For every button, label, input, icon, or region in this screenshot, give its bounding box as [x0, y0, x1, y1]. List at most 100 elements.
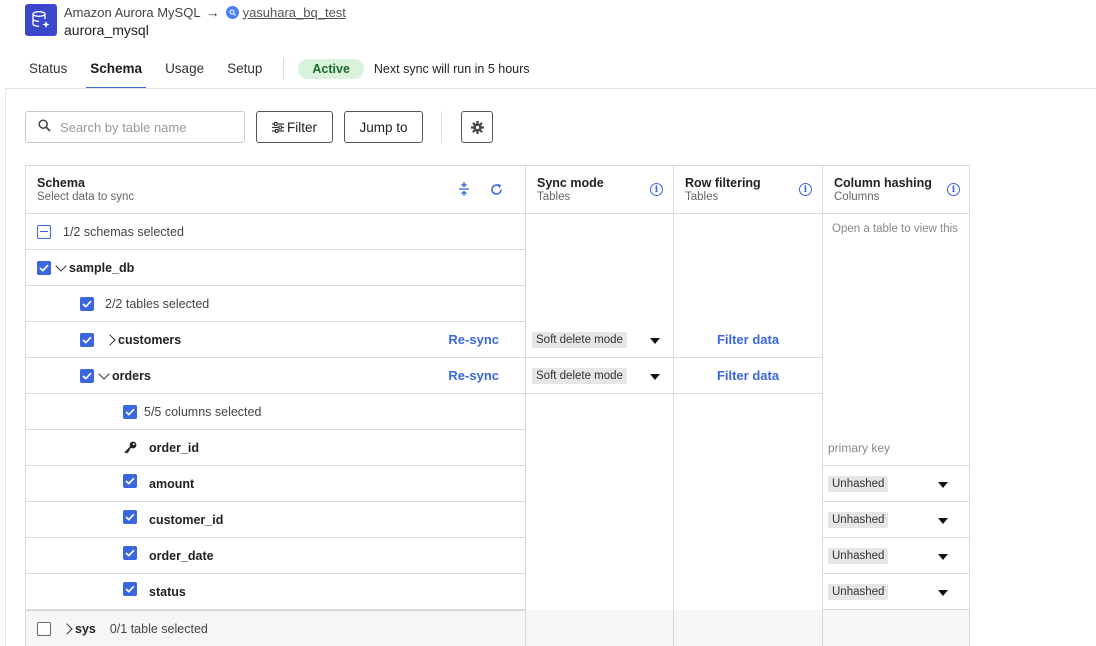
refresh-icon[interactable]: [490, 183, 503, 199]
hash-select[interactable]: Unhashed: [823, 466, 970, 502]
schema-name: sys: [75, 621, 96, 636]
hash-select[interactable]: Unhashed: [823, 502, 970, 538]
header-divider: [5, 88, 1096, 89]
hash-value: Unhashed: [828, 511, 889, 528]
row-filtering-column-header: Row filtering Tables i: [674, 166, 822, 214]
column-name: order_date: [149, 548, 214, 563]
hash-select[interactable]: Unhashed: [823, 538, 970, 574]
connector-name: aurora_mysql: [64, 22, 149, 38]
table-name: orders: [112, 368, 151, 383]
sync-mode-title: Sync mode: [537, 176, 604, 190]
chevron-right-icon[interactable]: [61, 622, 73, 635]
filter-button[interactable]: Filter: [256, 111, 333, 143]
column-row-status[interactable]: status: [26, 574, 525, 610]
jump-to-label: Jump to: [359, 119, 408, 135]
tab-status[interactable]: Status: [25, 55, 71, 89]
schemas-summary-row: 1/2 schemas selected: [26, 214, 525, 250]
source-name: Amazon Aurora MySQL: [64, 4, 201, 20]
caret-down-icon: [938, 518, 948, 524]
schema-name: sample_db: [69, 260, 135, 275]
checkbox-checked[interactable]: [123, 509, 137, 524]
connector-header: Amazon Aurora MySQL → yasuhara_bq_test a…: [25, 4, 346, 40]
checkbox-checked[interactable]: [123, 404, 137, 419]
schema-row-sample-db[interactable]: sample_db: [26, 250, 525, 286]
search-box[interactable]: [25, 111, 245, 143]
checkbox-checked[interactable]: [80, 332, 94, 347]
checkbox-checked[interactable]: [80, 368, 94, 383]
column-name: order_id: [149, 440, 200, 455]
row-filtering-subtitle: Tables: [685, 191, 719, 203]
column-hashing-subtitle: Columns: [834, 191, 880, 203]
filter-data-link[interactable]: Filter data: [674, 358, 822, 394]
sync-mode-select[interactable]: Soft delete mode: [526, 358, 673, 394]
page-left-border: [5, 88, 6, 646]
checkbox-checked[interactable]: [123, 581, 137, 596]
key-icon: [124, 441, 138, 454]
settings-button[interactable]: [461, 111, 493, 143]
sync-mode-subtitle: Tables: [537, 191, 571, 203]
column-divider: [525, 166, 526, 646]
jump-to-button[interactable]: Jump to: [344, 111, 423, 143]
caret-down-icon: [938, 590, 948, 596]
schema-row-sys[interactable]: sys 0/1 table selected: [26, 610, 525, 646]
hash-value: Unhashed: [828, 583, 889, 600]
table-row-customers[interactable]: customers Re-sync: [26, 322, 525, 358]
caret-down-icon: [938, 482, 948, 488]
info-icon[interactable]: i: [650, 183, 663, 196]
tab-divider: [283, 58, 285, 80]
collapse-all-icon[interactable]: [458, 182, 470, 199]
partial-checkbox[interactable]: [37, 224, 51, 239]
column-row-customer-id[interactable]: customer_id: [26, 502, 525, 538]
chevron-right-icon[interactable]: [104, 333, 116, 346]
sys-tables-selected-text: 0/1 table selected: [109, 621, 208, 636]
status-badge: Active: [298, 59, 364, 79]
schema-column-title: Schema: [37, 176, 85, 190]
checkbox-checked[interactable]: [123, 545, 137, 560]
column-row-amount[interactable]: amount: [26, 466, 525, 502]
tab-usage[interactable]: Usage: [161, 55, 208, 89]
filter-data-link[interactable]: Filter data: [674, 322, 822, 358]
column-name: status: [149, 584, 186, 599]
column-name: amount: [149, 476, 195, 491]
column-name: customer_id: [149, 512, 224, 527]
checkbox-unchecked[interactable]: [37, 621, 51, 636]
schema-column-subtitle: Select data to sync: [37, 191, 135, 203]
checkbox-checked[interactable]: [123, 473, 137, 488]
info-icon[interactable]: i: [947, 183, 960, 196]
search-icon: [38, 119, 51, 135]
checkbox-checked[interactable]: [80, 296, 94, 311]
info-icon[interactable]: i: [799, 183, 812, 196]
column-hashing-column-header: Column hashing Columns i: [823, 166, 970, 214]
schema-table: Schema Select data to sync Sync mode Tab…: [25, 165, 970, 646]
resync-button[interactable]: Re-sync: [448, 368, 499, 383]
hash-select[interactable]: Unhashed: [823, 574, 970, 610]
column-row-order-id: order_id: [26, 430, 525, 466]
column-row-order-date[interactable]: order_date: [26, 538, 525, 574]
table-row-orders[interactable]: orders Re-sync: [26, 358, 525, 394]
tab-schema[interactable]: Schema: [86, 55, 146, 89]
tab-bar: Status Schema Usage Setup Active Next sy…: [25, 55, 530, 89]
row-filtering-title: Row filtering: [685, 176, 761, 190]
sync-mode-value: Soft delete mode: [532, 367, 627, 384]
resync-button[interactable]: Re-sync: [448, 332, 499, 347]
tab-setup[interactable]: Setup: [223, 55, 266, 89]
checkbox-checked[interactable]: [37, 260, 51, 275]
chevron-down-icon[interactable]: [98, 367, 110, 380]
arrow-right-icon: →: [206, 4, 220, 20]
schemas-selected-text: 1/2 schemas selected: [63, 224, 184, 239]
sync-mode-select[interactable]: Soft delete mode: [526, 322, 673, 358]
search-input[interactable]: [60, 119, 230, 135]
schema-column-header: Schema Select data to sync: [26, 166, 525, 214]
sync-mode-value: Soft delete mode: [532, 331, 627, 348]
sliders-icon: [272, 121, 284, 133]
caret-down-icon: [650, 374, 660, 380]
columns-selected-text: 5/5 columns selected: [144, 404, 262, 419]
tables-summary-row: 2/2 tables selected: [26, 286, 525, 322]
primary-key-label: primary key: [823, 430, 970, 466]
hashing-hint: Open a table to view this: [832, 223, 958, 235]
hash-value: Unhashed: [828, 547, 889, 564]
tables-selected-text: 2/2 tables selected: [105, 296, 210, 311]
columns-summary-row: 5/5 columns selected: [26, 394, 525, 430]
destination-link[interactable]: yasuhara_bq_test: [243, 5, 346, 20]
chevron-down-icon[interactable]: [55, 259, 67, 272]
